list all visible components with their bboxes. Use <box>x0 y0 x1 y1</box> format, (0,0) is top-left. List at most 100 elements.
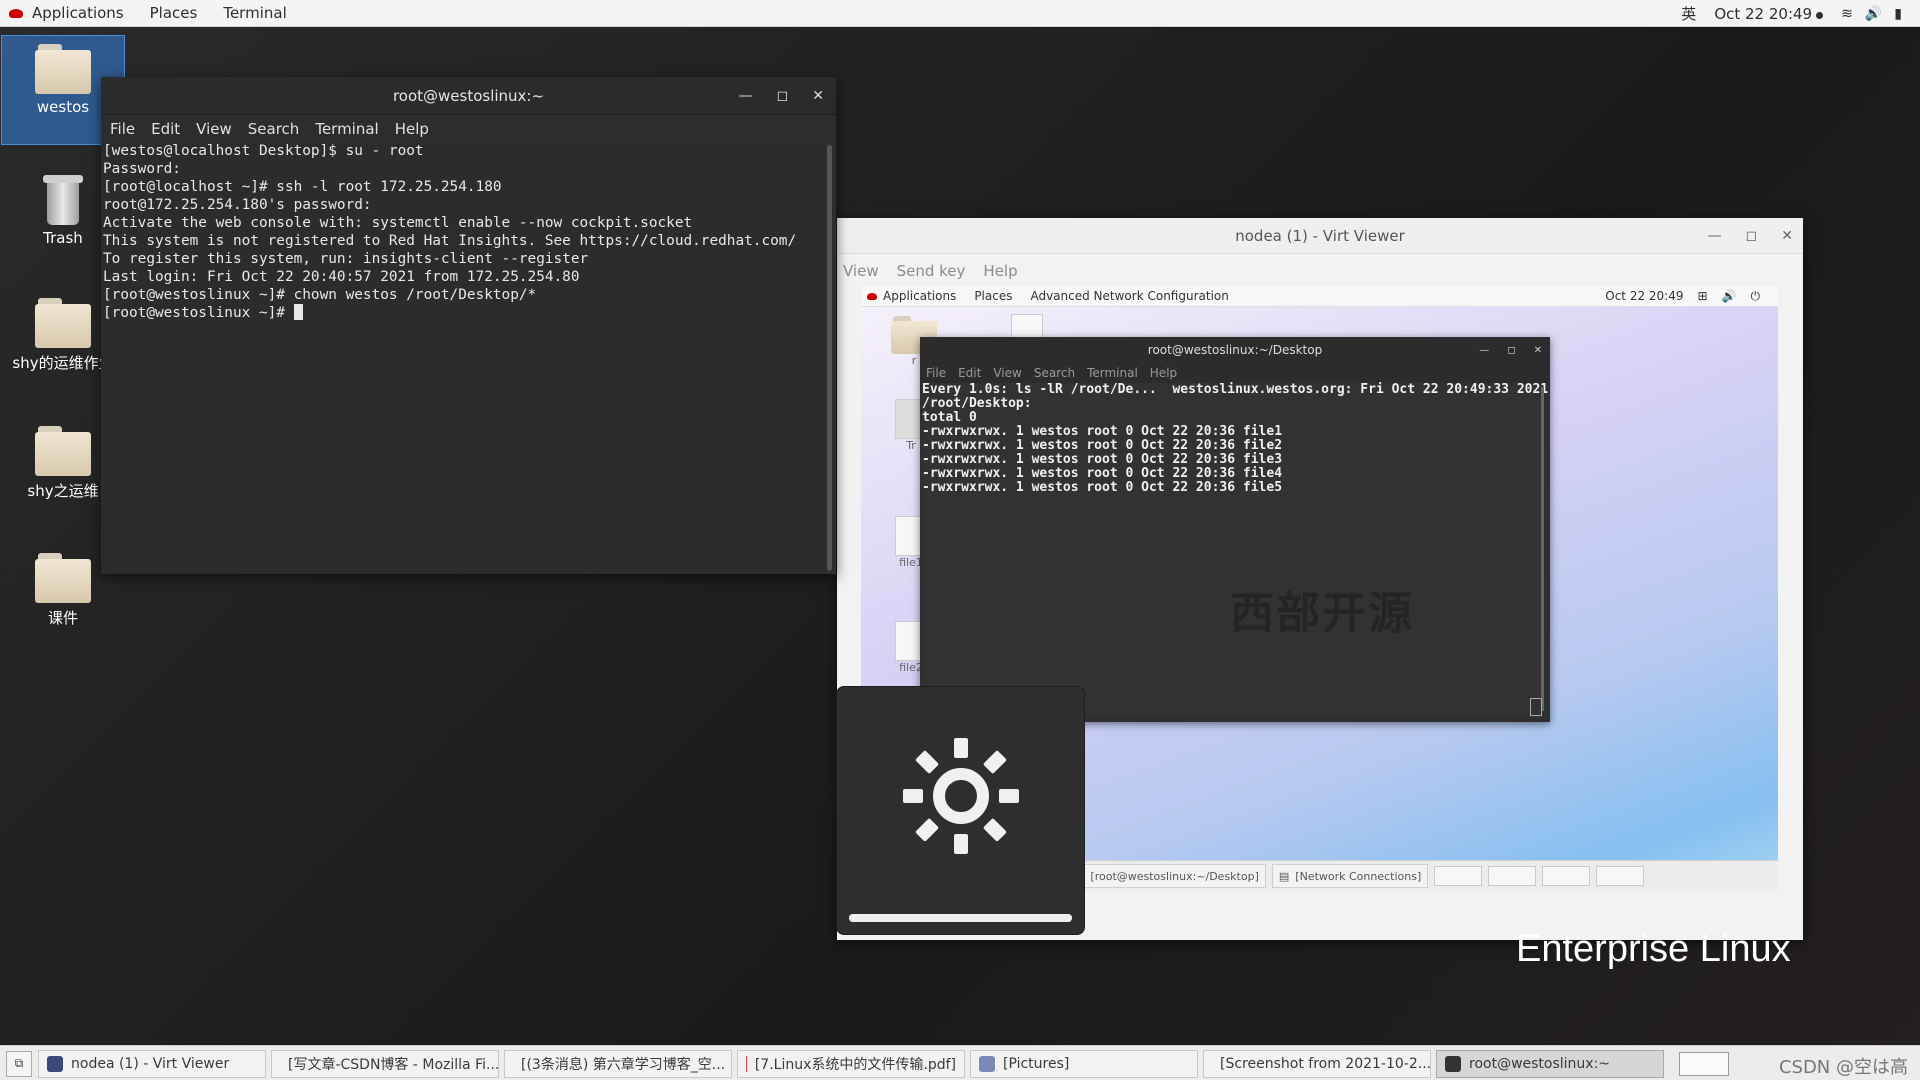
terminal-line: Every 1.0s: ls -lR /root/De... westoslin… <box>922 382 1549 397</box>
minimize-icon[interactable]: — <box>1708 228 1722 244</box>
menu-help[interactable]: Help <box>983 262 1017 280</box>
terminal-line: Activate the web console with: systemctl… <box>103 215 693 231</box>
guest-task-label: [root@westoslinux:~/Desktop] <box>1090 869 1259 883</box>
terminal-line: -rwxrwxrwx. 1 westos root 0 Oct 22 20:36… <box>922 424 1283 439</box>
task-virt-viewer[interactable]: nodea (1) - Virt Viewer <box>38 1049 266 1078</box>
battery-icon[interactable]: ▮ <box>1894 6 1902 22</box>
menu-view[interactable]: View <box>843 262 879 280</box>
applications-menu[interactable]: Applications <box>32 4 124 22</box>
terminal-prompt: [root@westoslinux ~]# <box>103 305 294 321</box>
terminal-titlebar[interactable]: root@westoslinux:~ — ◻ ✕ <box>101 77 836 115</box>
task-label: nodea (1) - Virt Viewer <box>71 1055 230 1072</box>
bottom-taskbar: ⧉ nodea (1) - Virt Viewer [写文章-CSDN博客 - … <box>0 1045 1920 1080</box>
file-manager-icon <box>979 1055 995 1072</box>
brightness-level-fill <box>849 914 1072 922</box>
wifi-icon[interactable]: ≋ <box>1841 6 1853 22</box>
terminal-line: -rwxrwxrwx. 1 westos root 0 Oct 22 20:36… <box>922 480 1283 495</box>
text-cursor <box>293 304 303 320</box>
folder-icon <box>35 426 91 476</box>
window-title: root@westoslinux:~ <box>392 86 545 105</box>
minimize-icon[interactable]: — <box>1479 345 1489 356</box>
volume-icon[interactable]: 🔊 <box>1722 289 1737 303</box>
task-firefox-blog[interactable]: [(3条消息) 第六章学习博客_空... <box>504 1049 732 1078</box>
guest-workspace-4[interactable] <box>1596 866 1645 886</box>
places-menu[interactable]: Places <box>150 4 198 22</box>
maximize-icon[interactable]: ◻ <box>1507 345 1515 356</box>
guest-task-terminal[interactable]: ▣ [root@westoslinux:~/Desktop] <box>1067 864 1266 888</box>
power-icon[interactable]: ⏻ <box>1751 289 1761 304</box>
terminal-line: root@172.25.254.180's password: <box>103 197 372 213</box>
menu-view[interactable]: View <box>196 120 232 138</box>
guest-menu-view[interactable]: View <box>993 366 1021 380</box>
brightness-level-bar <box>849 914 1072 922</box>
close-icon[interactable]: ✕ <box>812 88 824 104</box>
terminal-app-menu[interactable]: Terminal <box>223 4 286 22</box>
guest-applications-menu[interactable]: Applications <box>883 289 956 303</box>
guest-terminal-menubar: File Edit View Search Terminal Help <box>920 363 1550 383</box>
maximize-icon[interactable]: ◻ <box>1746 228 1758 244</box>
guest-menu-search[interactable]: Search <box>1034 366 1075 380</box>
menu-edit[interactable]: Edit <box>151 120 180 138</box>
guest-terminal-titlebar[interactable]: root@westoslinux:~/Desktop — ◻ ✕ <box>920 337 1550 363</box>
guest-menu-edit[interactable]: Edit <box>958 366 981 380</box>
menu-search[interactable]: Search <box>248 120 300 138</box>
virt-viewer-menubar: View Send key Help <box>837 254 1803 287</box>
guest-menu-help[interactable]: Help <box>1150 366 1177 380</box>
menu-send-key[interactable]: Send key <box>897 262 966 280</box>
network-icon[interactable]: ⊞ <box>1697 289 1707 303</box>
task-pictures[interactable]: [Pictures] <box>970 1049 1198 1078</box>
task-pdf-viewer[interactable]: [7.Linux系统中的文件传输.pdf] <box>737 1049 965 1078</box>
guest-workspace-1[interactable] <box>1434 866 1483 886</box>
terminal-output[interactable]: [westos@localhost Desktop]$ su - root Pas… <box>101 142 826 574</box>
terminal-line: [root@westoslinux ~]# chown westos /root… <box>103 287 537 303</box>
input-method-indicator[interactable]: 英 <box>1681 3 1696 24</box>
guest-workspace-2[interactable] <box>1488 866 1537 886</box>
clock[interactable]: Oct 22 20:49 <box>1714 5 1824 23</box>
trash-icon <box>43 173 83 225</box>
terminal-window[interactable]: root@westoslinux:~ — ◻ ✕ File Edit View … <box>101 77 836 574</box>
close-icon[interactable]: ✕ <box>1534 345 1542 356</box>
guest-terminal-scrollbar[interactable] <box>1541 387 1544 711</box>
volume-icon[interactable]: 🔊 <box>1865 6 1882 22</box>
workspace-switcher[interactable] <box>1679 1051 1729 1076</box>
terminal-menubar: File Edit View Search Terminal Help <box>101 115 836 142</box>
task-label: [写文章-CSDN博客 - Mozilla Fi... <box>288 1056 499 1073</box>
home-folder-icon <box>35 44 91 94</box>
menu-file[interactable]: File <box>110 120 135 138</box>
task-screenshot[interactable]: [Screenshot from 2021-10-2... <box>1203 1049 1431 1078</box>
task-label: root@westoslinux:~ <box>1469 1055 1611 1072</box>
folder-icon <box>35 298 91 348</box>
terminal-line: [westos@localhost Desktop]$ su - root <box>103 143 424 159</box>
guest-task-network[interactable]: ▤ [Network Connections] <box>1271 864 1429 888</box>
guest-network-config-menu[interactable]: Advanced Network Configuration <box>1030 289 1228 303</box>
terminal-line: -rwxrwxrwx. 1 westos root 0 Oct 22 20:36… <box>922 452 1283 467</box>
close-icon[interactable]: ✕ <box>1781 228 1793 244</box>
virt-viewer-titlebar[interactable]: nodea (1) - Virt Viewer — ◻ ✕ <box>837 218 1803 254</box>
task-label: [Screenshot from 2021-10-2... <box>1220 1055 1431 1072</box>
terminal-line: Password: <box>103 161 181 177</box>
guest-clock[interactable]: Oct 22 20:49 <box>1605 289 1683 303</box>
menu-help[interactable]: Help <box>395 120 429 138</box>
terminal-scrollbar[interactable] <box>827 145 832 571</box>
guest-task-label: [Network Connections] <box>1295 869 1422 883</box>
guest-menu-terminal[interactable]: Terminal <box>1087 366 1138 380</box>
terminal-prompt-line: [root@westoslinux ~]# <box>103 304 826 322</box>
guest-icon-label: Tr <box>906 439 916 452</box>
terminal-line: -rwxrwxrwx. 1 westos root 0 Oct 22 20:36… <box>922 438 1283 453</box>
guest-workspace-3[interactable] <box>1542 866 1591 886</box>
desktop-icon-label: 课件 <box>47 609 78 627</box>
guest-terminal-window[interactable]: root@westoslinux:~/Desktop — ◻ ✕ File Ed… <box>920 337 1550 722</box>
terminal-line: -rwxrwxrwx. 1 westos root 0 Oct 22 20:36… <box>922 466 1283 481</box>
guest-menu-file[interactable]: File <box>926 366 946 380</box>
guest-terminal-cursor <box>1530 698 1542 716</box>
menu-terminal[interactable]: Terminal <box>315 120 378 138</box>
terminal-icon <box>1445 1055 1461 1072</box>
guest-places-menu[interactable]: Places <box>974 289 1012 303</box>
brightness-icon <box>903 738 1019 854</box>
task-terminal[interactable]: root@westoslinux:~ <box>1436 1049 1664 1078</box>
maximize-icon[interactable]: ◻ <box>777 88 789 104</box>
guest-terminal-output[interactable]: Every 1.0s: ls -lR /root/De... westoslin… <box>922 382 1549 718</box>
show-desktop-icon[interactable]: ⧉ <box>6 1050 32 1077</box>
minimize-icon[interactable]: — <box>739 88 753 104</box>
task-firefox-csdn-write[interactable]: [写文章-CSDN博客 - Mozilla Fi... <box>271 1049 499 1078</box>
